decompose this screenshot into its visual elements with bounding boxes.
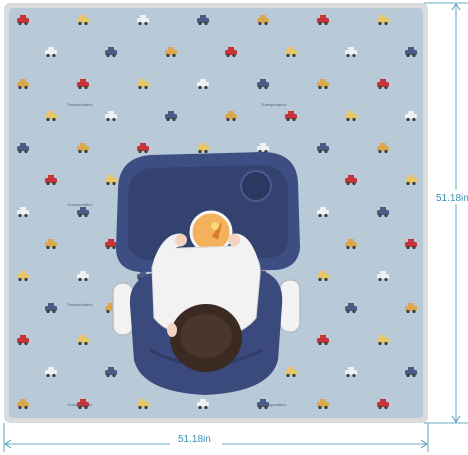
height-label: 51.18in — [436, 193, 468, 204]
product-image: Transportation Transportation Transportati… — [0, 0, 468, 455]
dimension-lines — [3, 2, 468, 452]
width-label: 51.18in — [178, 434, 211, 445]
